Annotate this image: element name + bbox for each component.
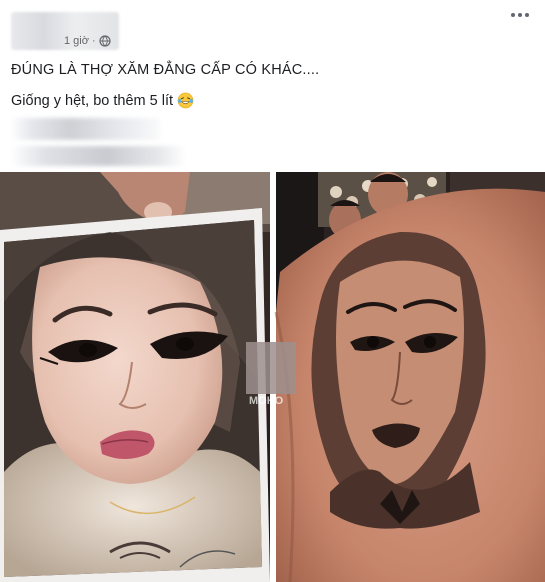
- post-text-line2: Giống y hệt, bo thêm 5 lít: [11, 92, 194, 109]
- blurred-contact-line: [10, 146, 186, 166]
- post-meta: 1 giờ ·: [64, 35, 111, 47]
- laughing-tears-emoji-icon: [177, 92, 194, 109]
- more-options-icon[interactable]: [507, 6, 533, 24]
- globe-icon[interactable]: [99, 35, 111, 47]
- watermark-text: MOHO: [249, 395, 284, 407]
- post-time[interactable]: 1 giờ: [64, 35, 89, 47]
- post-photo[interactable]: MOHO: [0, 172, 545, 582]
- printed-reference-photo: [0, 208, 270, 582]
- post-text-line2-label: Giống y hệt, bo thêm 5 lít: [11, 92, 174, 109]
- bullet: ·: [91, 35, 96, 47]
- tattoo-comparison-image: MOHO: [0, 172, 545, 582]
- facebook-post: 1 giờ · ĐÚNG LÀ THỢ XĂM ĐẲNG CẤP CÓ KHÁC…: [0, 0, 545, 582]
- blurred-phone-line: [10, 118, 160, 140]
- post-text-line1: ĐÚNG LÀ THỢ XĂM ĐẲNG CẤP CÓ KHÁC....: [11, 62, 320, 78]
- post-header: 1 giờ ·: [0, 0, 545, 56]
